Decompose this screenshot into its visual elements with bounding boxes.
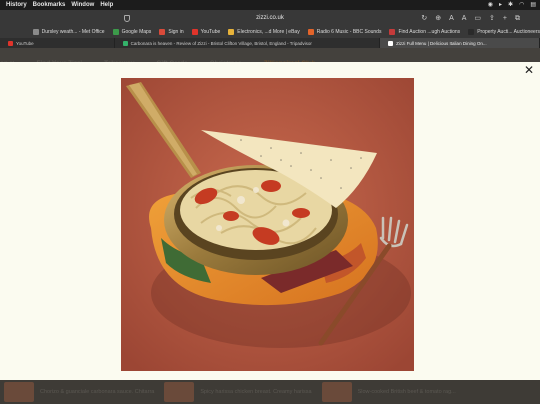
- favorite-label: Electronics, ...d More | eBay: [237, 29, 300, 35]
- youtube-icon: [191, 29, 198, 35]
- favorite-ebay[interactable]: Electronics, ...d More | eBay: [228, 29, 300, 35]
- tripadvisor-icon: [122, 40, 128, 46]
- status-icons: ◉ ▸ ✱ ◠ ▤: [488, 1, 536, 8]
- tab-bar: YouTube Carbonara is heaven - Review of …: [0, 38, 540, 48]
- menu-card-label: Slow-cooked British beef & tomato rag...: [357, 389, 456, 395]
- toolbar-icons: ↻ ⊕ A A ▭ ⇪ + ⧉: [421, 13, 520, 24]
- record-icon[interactable]: ◉: [488, 1, 493, 8]
- met-office-icon: [32, 29, 39, 35]
- address-text: zizzi.co.uk: [256, 15, 284, 21]
- tab-label: Zizzi Full Menu | Delicious Italian Dini…: [396, 40, 487, 46]
- text-large-icon[interactable]: A: [462, 13, 467, 24]
- favorite-youtube[interactable]: YouTube: [191, 29, 221, 35]
- favorite-met-office[interactable]: Dursley weath... - Met Office: [32, 29, 105, 35]
- menu-cards-strip: Chorizo & guanciale carbonara sauce. Chi…: [0, 380, 540, 404]
- menu-bar: History Bookmarks Window Help ◉ ▸ ✱ ◠ ▤: [0, 0, 540, 10]
- new-tab-icon[interactable]: +: [503, 13, 507, 24]
- favorite-label: Radio 6 Music - BBC Sounds: [316, 29, 382, 35]
- menu-card[interactable]: Spicy harissa chicken breast. Creamy har…: [164, 382, 312, 402]
- menu-window[interactable]: Window: [71, 2, 94, 8]
- sign-in-icon: [159, 29, 166, 35]
- tab-tripadvisor[interactable]: Carbonara is heaven - Review of Zizzi - …: [115, 38, 381, 48]
- bbc-sounds-icon: [307, 29, 314, 35]
- tab-overview-icon[interactable]: ⧉: [515, 13, 520, 24]
- favorite-label: Find Auction ...ugh Auctions: [398, 29, 461, 35]
- carbonara-image: [121, 78, 414, 371]
- text-small-icon[interactable]: A: [449, 13, 454, 24]
- favorite-label: Dursley weath... - Met Office: [41, 29, 105, 35]
- auction-icon: [389, 29, 396, 35]
- tab-label: Carbonara is heaven - Review of Zizzi - …: [130, 40, 312, 46]
- menu-history[interactable]: History: [6, 2, 27, 8]
- tab-label: YouTube: [16, 40, 34, 46]
- favorite-label: Sign in: [168, 29, 184, 35]
- menu-card-thumb: [4, 382, 34, 402]
- tab-youtube[interactable]: YouTube: [0, 38, 115, 48]
- property-icon: [468, 29, 475, 35]
- menu-card[interactable]: Slow-cooked British beef & tomato rag...: [321, 382, 456, 402]
- menu-card-thumb: [164, 382, 195, 402]
- address-bar[interactable]: zizzi.co.uk: [120, 13, 420, 24]
- menu-extra-icon[interactable]: ▤: [530, 1, 536, 8]
- tab-zizzi-menu[interactable]: Zizzi Full Menu | Delicious Italian Dini…: [380, 38, 540, 48]
- download-icon[interactable]: ⊕: [435, 13, 441, 24]
- youtube-icon: [8, 40, 13, 46]
- favorite-bbc-sounds[interactable]: Radio 6 Music - BBC Sounds: [307, 29, 382, 35]
- menu-card[interactable]: Chorizo & guanciale carbonara sauce. Chi…: [4, 382, 154, 402]
- bluetooth-icon[interactable]: ✱: [508, 1, 513, 8]
- favorite-property-auctions[interactable]: Property Aucti... Auctioneers: [468, 29, 540, 35]
- menu-card-thumb: [321, 382, 352, 402]
- close-icon[interactable]: ✕: [523, 64, 535, 76]
- reader-icon[interactable]: ▭: [474, 13, 481, 24]
- ebay-icon: [228, 29, 235, 35]
- favorite-auctions[interactable]: Find Auction ...ugh Auctions: [389, 29, 460, 35]
- favorite-sign-in[interactable]: Sign in: [159, 29, 184, 35]
- wifi-icon[interactable]: ◠: [519, 1, 524, 8]
- zizzi-icon: [388, 40, 394, 46]
- favorite-label: Property Aucti... Auctioneers: [477, 29, 540, 35]
- google-maps-icon: [112, 29, 119, 35]
- favorite-label: Google Maps: [121, 29, 152, 35]
- play-icon[interactable]: ▸: [499, 1, 502, 8]
- favorite-google-maps[interactable]: Google Maps: [112, 29, 152, 35]
- menu-card-label: Chorizo & guanciale carbonara sauce. Chi…: [40, 389, 155, 395]
- menu-card-label: Spicy harissa chicken breast. Creamy har…: [200, 389, 312, 395]
- menu-help[interactable]: Help: [100, 2, 113, 8]
- menu-bookmarks[interactable]: Bookmarks: [33, 2, 66, 8]
- favorite-label: YouTube: [200, 29, 221, 35]
- dish-photo: [121, 78, 414, 371]
- favorites-bar: Dursley weath... - Met Office Google Map…: [0, 26, 540, 38]
- privacy-shield-icon[interactable]: [124, 15, 130, 22]
- reload-icon[interactable]: ↻: [421, 13, 427, 24]
- share-icon[interactable]: ⇪: [489, 13, 495, 24]
